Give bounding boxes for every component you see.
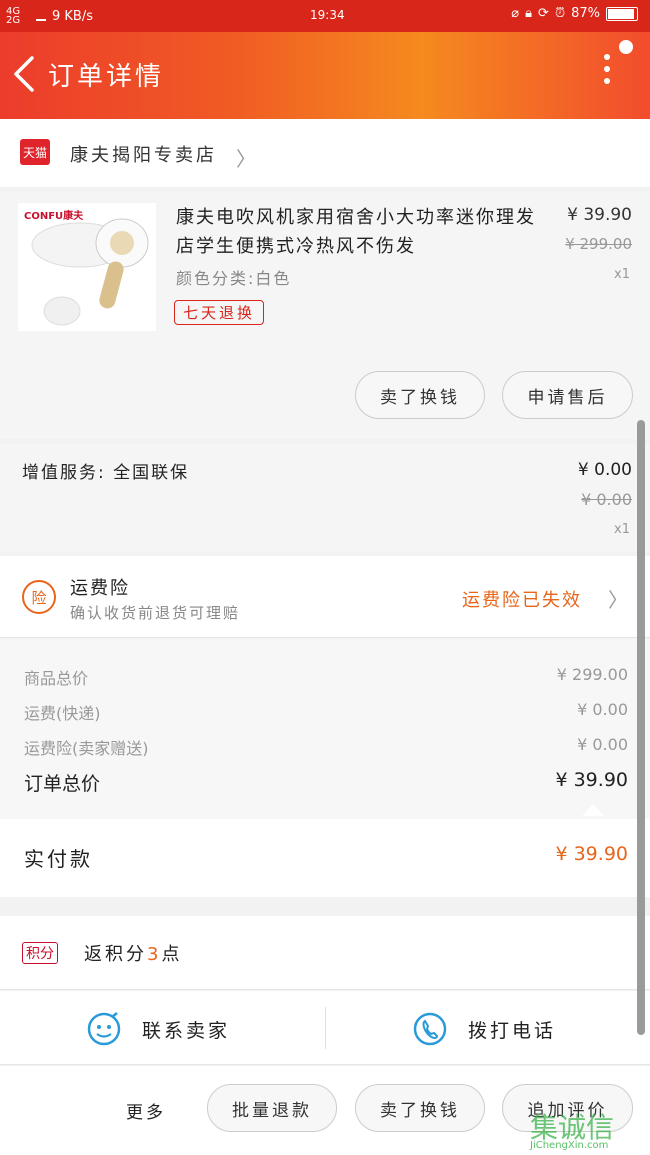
points-suffix: 点 [161,944,183,965]
insurance-badge: 险 [22,580,56,614]
price-summary: 商品总价 ¥ 299.00 运费(快递) ¥ 0.00 运费险(卖家赠送) ¥ … [0,639,650,819]
service-original-price: ¥ 0.00 [581,490,632,509]
clock: 19:34 [310,8,345,22]
product-image[interactable]: CONFU康夫 [18,203,156,331]
status-bar: 4G 2G 9 KB/s 19:34 ⌀ 🔒︎ ⟳ ⏰︎ 87% [0,0,650,32]
order-total-value: ¥ 39.90 [555,769,628,791]
summary-value: ¥ 0.00 [577,700,628,719]
hair-dryer-icon [31,218,149,326]
chevron-right-icon: 〉 [236,147,256,171]
summary-row: 运费险(卖家赠送) ¥ 0.00 [24,735,628,759]
actual-payment-row: 实付款 ¥ 39.90 [0,819,650,897]
shipping-insurance-row[interactable]: 险 运费险 确认收货前退货可理赔 运费险已失效 〉 [0,556,650,638]
points-text: 返积分3点 [84,940,182,966]
resell-bottom-button[interactable]: 卖了换钱 [355,1084,485,1132]
more-actions-button[interactable]: 更多 [126,1098,166,1123]
more-menu-icon[interactable] [600,54,614,94]
batch-refund-button[interactable]: 批量退款 [207,1084,337,1132]
divider [325,1007,326,1049]
notification-dot [619,40,633,54]
seven-day-return-tag: 七天退换 [174,300,265,325]
summary-value: ¥ 299.00 [556,665,628,684]
phone-icon [413,1012,447,1046]
call-button[interactable]: 拨打电话 [412,1011,556,1047]
tmall-badge: 天猫 [20,139,50,165]
contact-bar: 联系卖家 拨打电话 [0,991,650,1065]
resell-button[interactable]: 卖了换钱 [355,371,485,419]
service-label: 增值服务: 全国联保 [22,463,190,483]
points-count: 3 [147,944,162,965]
contact-seller-label: 联系卖家 [142,1019,231,1042]
nav-header: 订单详情 [0,32,650,119]
vibrate-icon: ⌀ [511,6,520,21]
call-label: 拨打电话 [468,1019,557,1042]
watermark-domain: JiChengXin.com [530,1140,609,1151]
points-prefix: 返积分 [84,944,147,965]
summary-row: 运费(快递) ¥ 0.00 [24,700,628,724]
insurance-title: 运费险 [70,578,130,599]
status-left: 4G 2G 9 KB/s [6,6,93,26]
after-sale-button[interactable]: 申请售后 [502,371,633,419]
insurance-subtitle: 确认收货前退货可理赔 [70,604,241,622]
service-row: 增值服务: 全国联保 ¥ 0.00 ¥ 0.00 x1 [0,444,650,552]
product-title[interactable]: 康夫电吹风机家用宿舍小大功率迷你理发店学生便携式冷热风不伤发 [176,203,551,261]
service-quantity: x1 [614,522,630,537]
sync-icon: ⟳ [538,6,549,21]
shop-row[interactable]: 天猫 康夫揭阳专卖店 〉 [0,119,650,187]
points-row: 积分 返积分3点 [0,916,650,990]
signal-icon [36,11,46,21]
product-spec: 颜色分类:白色 [176,269,292,288]
product-original-price: ¥ 299.00 [565,235,632,253]
network-indicator: 4G 2G [6,6,21,26]
summary-row: 商品总价 ¥ 299.00 [24,665,628,689]
summary-label: 运费(快递) [24,704,101,723]
chat-face-icon [87,1012,121,1046]
battery-percent: 87% [571,6,600,21]
scrollbar[interactable] [637,420,645,1035]
watermark-logo: 集诚信 JiChengXin.com [530,1106,648,1154]
alarm-icon: ⏰︎ [554,6,566,21]
page-title: 订单详情 [48,62,165,92]
product-brand-logo: CONFU康夫 [24,211,84,222]
actual-payment-label: 实付款 [24,847,93,871]
points-tag: 积分 [22,942,58,964]
back-icon[interactable] [10,54,40,94]
contact-seller-button[interactable]: 联系卖家 [86,1011,230,1047]
insurance-status[interactable]: 运费险已失效 [462,586,582,612]
caret-up-icon [582,804,604,816]
shop-name[interactable]: 康夫揭阳专卖店 [70,141,217,167]
battery-icon [606,6,638,21]
network-speed: 9 KB/s [52,8,93,24]
service-price: ¥ 0.00 [577,460,632,480]
product-price: ¥ 39.90 [567,205,632,225]
order-total-row: 订单总价 ¥ 39.90 [24,769,628,796]
order-total-label: 订单总价 [24,773,101,795]
summary-label: 运费险(卖家赠送) [24,739,149,758]
summary-label: 商品总价 [24,669,89,688]
summary-value: ¥ 0.00 [577,735,628,754]
product-quantity: x1 [614,267,630,282]
status-right: ⌀ 🔒︎ ⟳ ⏰︎ 87% [511,6,638,21]
actual-payment-value: ¥ 39.90 [555,843,628,865]
chevron-right-icon: 〉 [608,588,628,612]
battery-fill [608,8,635,19]
product-card[interactable]: CONFU康夫 康夫电吹风机家用宿舍小大功率迷你理发店学生便携式冷热风不伤发 ¥… [0,191,650,439]
lock-icon: 🔒︎ [525,6,533,21]
